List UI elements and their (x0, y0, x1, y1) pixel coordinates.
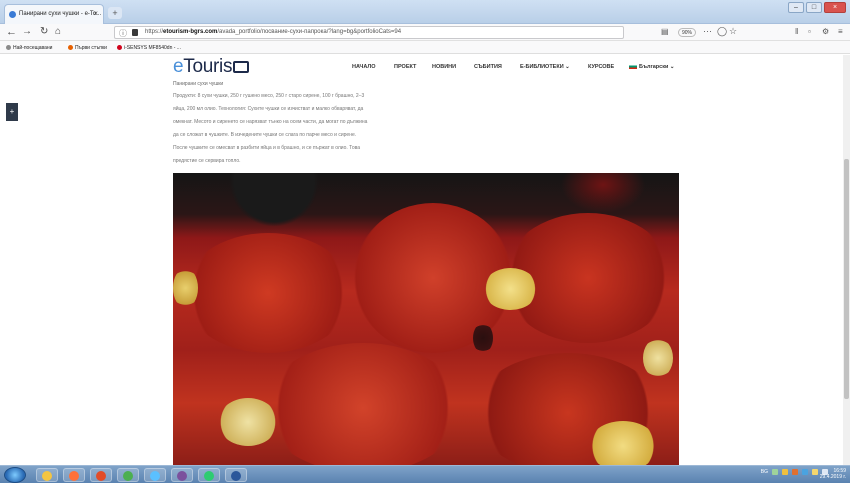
media-player-icon (96, 471, 106, 481)
page-actions-button[interactable]: ··· (703, 26, 712, 36)
flag-icon[interactable] (812, 469, 818, 475)
language-indicator[interactable]: BG (761, 469, 768, 475)
close-window-button[interactable]: × (824, 2, 846, 13)
menu-item-courses[interactable]: КУРСОВЕ (588, 64, 614, 70)
folder-icon (42, 471, 52, 481)
system-clock[interactable]: 16:59 29.4.2019 г. (820, 468, 846, 480)
menu-item-elibraries[interactable]: Е-БИБЛИОТЕКИ ⌄ (520, 64, 570, 70)
maximize-button[interactable]: □ (806, 2, 822, 13)
firefox-icon (69, 471, 79, 481)
menu-item-events[interactable]: СЪБИТИЯ (474, 64, 502, 70)
sidebar-toggle-button[interactable]: + (6, 103, 18, 121)
update-icon[interactable] (802, 469, 808, 475)
internet-explorer-icon (150, 471, 160, 481)
article-line: предястие се сервира топло. (173, 158, 241, 164)
bookmark-getting-started[interactable]: Първи стъпки (68, 45, 107, 51)
network-icon[interactable] (772, 469, 778, 475)
url-path: /avada_portfolio/посвание-сухи-папрока/?… (217, 29, 402, 35)
article-title: Панирани сухи чушки (173, 81, 224, 87)
extension-icon[interactable]: ⚙ (822, 27, 829, 36)
word-icon (231, 471, 241, 481)
bookmark-star-icon[interactable]: ☆ (729, 26, 737, 37)
navigation-bar: ← → ↻ ⌂ ⓘ https://etourism-bgrs.com/avad… (0, 24, 850, 41)
url-prefix: https:// (145, 29, 164, 35)
menu-item-project[interactable]: ПРОЕКТ (394, 64, 416, 70)
pocket-icon[interactable]: ◯ (717, 26, 727, 37)
bookmarks-bar: Най-посещавани Първи стъпки i-SENSYS MF8… (0, 41, 850, 54)
taskbar-explorer[interactable] (36, 468, 58, 482)
close-tab-icon[interactable]: × (93, 9, 98, 18)
article-line: омекнат. Месото и сиренето се нарязват т… (173, 119, 368, 125)
url-bar[interactable]: ⓘ https://etourism-bgrs.com/avada_portfo… (114, 26, 624, 39)
antivirus-icon[interactable] (792, 469, 798, 475)
reader-view-icon[interactable]: ▤ (661, 27, 669, 36)
language-selector[interactable]: Български ⌄ (629, 64, 675, 70)
url-domain: etourism-bgrs.com (163, 29, 218, 35)
article-line: яйца, 200 мл олио. Технология: Сухите чу… (173, 106, 364, 112)
menu-icon[interactable]: ≡ (838, 27, 843, 36)
browser-tab-bar: Панирани сухи чушки - e-To... × + – □ × (0, 0, 850, 24)
opera-icon (204, 471, 214, 481)
tab-title: Панирани сухи чушки - e-To... (19, 11, 102, 17)
bookmark-most-visited[interactable]: Най-посещавани (6, 45, 52, 51)
article-line: да се сложат в чушките. В изчедените чуш… (173, 132, 357, 138)
menu-item-home[interactable]: НАЧАЛО (352, 64, 376, 70)
clock-date: 29.4.2019 г. (819, 474, 846, 480)
scrollbar-thumb[interactable] (844, 159, 849, 399)
taskbar-word[interactable] (225, 468, 247, 482)
sidebar-icon[interactable]: ▫ (808, 27, 811, 36)
taskbar-chrome[interactable] (117, 468, 139, 482)
taskbar-opera[interactable] (198, 468, 220, 482)
taskbar-ie[interactable] (144, 468, 166, 482)
suitcase-icon (233, 61, 250, 73)
article-line: После чушките се омесват в разбити яйца … (173, 145, 360, 151)
gear-icon (6, 45, 11, 51)
back-arrow-icon[interactable]: ← (6, 26, 17, 38)
forward-arrow-icon[interactable]: → (22, 26, 32, 38)
site-favicon-icon (9, 11, 16, 18)
new-tab-button[interactable]: + (108, 7, 122, 19)
reload-icon[interactable]: ↻ (40, 26, 48, 38)
bulgarian-flag-icon (629, 64, 637, 69)
site-logo[interactable]: eTouris (173, 56, 250, 78)
windows-taskbar: BG 16:59 29.4.2019 г. (0, 465, 850, 483)
lock-icon (132, 29, 138, 36)
page-scrollbar[interactable] (843, 55, 850, 465)
library-icon[interactable]: ‖ (795, 27, 798, 36)
start-button[interactable] (4, 467, 26, 483)
taskbar-media[interactable] (90, 468, 112, 482)
system-tray: BG (761, 469, 828, 475)
security-icon[interactable] (782, 469, 788, 475)
taskbar-viber[interactable] (171, 468, 193, 482)
article-photo (173, 173, 679, 465)
viber-icon (177, 471, 187, 481)
bookmark-printer[interactable]: i-SENSYS MF8540dn - ... (117, 45, 181, 51)
page-viewport: + eTouris НАЧАЛО ПРОЕКТ НОВИНИ СЪБИТИЯ Е… (0, 55, 850, 465)
page-info-icon[interactable]: ⓘ (119, 28, 127, 38)
chrome-icon (123, 471, 133, 481)
zoom-level-button[interactable]: 90% (678, 28, 696, 37)
article-line: Продукти: 8 сухи чушки, 250 г гушено мес… (173, 93, 365, 99)
printer-icon (117, 45, 122, 51)
menu-item-news[interactable]: НОВИНИ (432, 64, 456, 70)
browser-tab[interactable]: Панирани сухи чушки - e-To... × (4, 4, 104, 24)
firefox-icon (68, 45, 73, 51)
window-controls: – □ × (788, 2, 846, 13)
home-icon[interactable]: ⌂ (55, 26, 61, 38)
minimize-button[interactable]: – (788, 2, 804, 13)
taskbar-firefox[interactable] (63, 468, 85, 482)
